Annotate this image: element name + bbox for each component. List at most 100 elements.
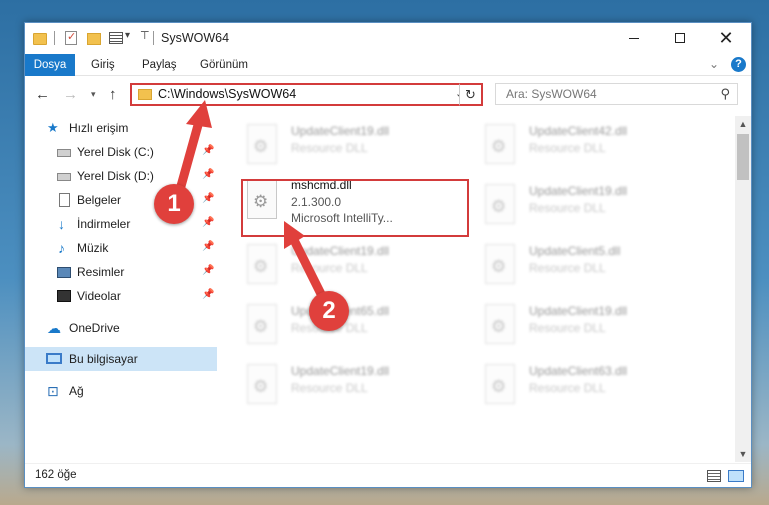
title-separator [54, 31, 55, 45]
dll-file-icon: ⚙ [247, 244, 277, 284]
sidebar-item-videos[interactable]: Videolar 📌 [25, 284, 217, 308]
file-type: Resource DLL [529, 141, 606, 155]
sidebar-item-label: Müzik [77, 241, 109, 255]
close-button[interactable]: ✕ [703, 23, 749, 53]
tab-view[interactable]: Görünüm [190, 54, 258, 76]
search-input[interactable]: Ara: SysWOW64 ⚲ [495, 83, 738, 105]
explorer-window: ▾ ⊤ SysWOW64 ✕ Dosya Giriş Paylaş Görünü… [24, 22, 752, 488]
minimize-icon [629, 37, 639, 39]
file-name: UpdateClient42.dll [529, 124, 628, 138]
pictures-icon [57, 267, 71, 278]
pin-icon[interactable]: 📌 [202, 241, 214, 252]
pin-icon[interactable]: 📌 [202, 193, 214, 204]
recent-locations-icon[interactable]: ▾ [91, 89, 96, 100]
file-item[interactable]: ⚙ UpdateClient19.dll Resource DLL [225, 236, 455, 288]
file-item[interactable]: ⚙ UpdateClient5.dll Resource DLL [463, 236, 693, 288]
navigation-bar: ← → ▾ ↑ C:\Windows\SysWOW64 ⌄ ↻ Ara: Sys… [25, 80, 751, 108]
maximize-button[interactable] [657, 23, 703, 53]
file-type: Resource DLL [529, 381, 606, 395]
pin-icon[interactable]: 📌 [202, 217, 214, 228]
file-type: Resource DLL [529, 261, 606, 275]
file-type: Resource DLL [529, 201, 606, 215]
network-icon: ⊡ [47, 383, 59, 399]
sidebar-item-label: İndirmeler [77, 217, 131, 231]
scroll-up-icon[interactable]: ▲ [735, 116, 751, 132]
sidebar-item-pictures[interactable]: Resimler 📌 [25, 260, 217, 284]
vertical-scrollbar[interactable]: ▲ ▼ [735, 116, 751, 462]
folder-icon[interactable] [33, 33, 47, 45]
file-item[interactable]: ⚙ UpdateClient19.dll Resource DLL [225, 356, 455, 408]
chevron-down-icon[interactable]: ▾ [125, 30, 130, 46]
file-type: Resource DLL [529, 321, 606, 335]
sidebar-item-music[interactable]: ♪ Müzik 📌 [25, 236, 217, 260]
sidebar-item-label: Resimler [77, 265, 125, 279]
up-arrow-icon[interactable]: ↑ [109, 86, 117, 103]
pin-icon[interactable]: 📌 [202, 145, 214, 156]
back-arrow-icon[interactable]: ← [35, 86, 50, 103]
dll-file-icon: ⚙ [485, 184, 515, 224]
search-icon: ⚲ [720, 86, 730, 101]
drive-icon [57, 173, 71, 181]
computer-icon [46, 353, 62, 364]
sidebar-item-onedrive[interactable]: ☁ OneDrive [25, 316, 217, 340]
music-icon: ♪ [58, 240, 65, 256]
forward-arrow-icon[interactable]: → [63, 86, 78, 103]
minimize-button[interactable] [611, 23, 657, 53]
new-folder-icon[interactable] [87, 33, 101, 45]
dll-file-icon: ⚙ [247, 364, 277, 404]
scroll-thumb[interactable] [737, 134, 749, 180]
dll-file-icon: ⚙ [485, 364, 515, 404]
gear-icon: ⚙ [491, 317, 507, 336]
details-view-icon[interactable] [707, 470, 721, 482]
gear-icon: ⚙ [491, 197, 507, 216]
dll-file-icon: ⚙ [247, 124, 277, 164]
address-path[interactable]: C:\Windows\SysWOW64 [158, 87, 296, 101]
sidebar-item-label: Hızlı erişim [69, 121, 129, 135]
maximize-icon [675, 33, 685, 43]
title-bar: ▾ ⊤ SysWOW64 ✕ [25, 23, 751, 54]
tab-share[interactable]: Paylaş [132, 54, 187, 76]
gear-icon: ⚙ [491, 257, 507, 276]
address-bar[interactable]: C:\Windows\SysWOW64 ⌄ [130, 83, 482, 106]
file-item[interactable]: ⚙ UpdateClient19.dll Resource DLL [463, 296, 693, 348]
refresh-button[interactable]: ↻ [459, 83, 483, 106]
gear-icon: ⚙ [253, 137, 269, 156]
pin-icon[interactable]: 📌 [202, 265, 214, 276]
scroll-down-icon[interactable]: ▼ [735, 446, 751, 462]
sidebar-item-local-disk-c[interactable]: Yerel Disk (C:) 📌 [25, 140, 217, 164]
tab-home[interactable]: Giriş [81, 54, 125, 76]
ribbon-tabs: Dosya Giriş Paylaş Görünüm ⌄ ? [25, 54, 751, 76]
file-type: Resource DLL [291, 261, 368, 275]
large-icons-view-icon[interactable] [728, 470, 744, 482]
sidebar-item-network[interactable]: ⊡ Ağ [25, 379, 217, 403]
videos-icon [57, 290, 71, 302]
file-item[interactable]: ⚙ UpdateClient19.dll Resource DLL [225, 116, 455, 168]
highlight-box [241, 179, 469, 237]
sidebar-item-local-disk-d[interactable]: Yerel Disk (D:) 📌 [25, 164, 217, 188]
customize-toolbar-icon[interactable]: ⊤ [140, 29, 150, 45]
sidebar-item-label: Belgeler [77, 193, 122, 207]
file-name: UpdateClient19.dll [529, 304, 628, 318]
sidebar-item-quick-access[interactable]: ★ Hızlı erişim [25, 116, 217, 140]
tab-file[interactable]: Dosya [25, 54, 75, 76]
help-icon[interactable]: ? [731, 57, 746, 72]
sidebar-item-this-pc[interactable]: Bu bilgisayar [25, 347, 217, 371]
search-placeholder: Ara: SysWOW64 [506, 87, 597, 101]
pin-icon[interactable]: 📌 [202, 169, 214, 180]
view-icon[interactable] [109, 32, 123, 44]
sidebar-item-label: Ağ [69, 384, 84, 398]
step-1-badge: 1 [154, 184, 194, 224]
gear-icon: ⚙ [491, 137, 507, 156]
status-bar: 162 öğe [25, 463, 751, 487]
pin-icon[interactable]: 📌 [202, 289, 214, 300]
dll-file-icon: ⚙ [485, 124, 515, 164]
sidebar-item-label: OneDrive [69, 321, 120, 335]
step-2-badge: 2 [309, 291, 349, 331]
file-item[interactable]: ⚙ UpdateClient19.dll Resource DLL [463, 176, 693, 228]
expand-ribbon-icon[interactable]: ⌄ [709, 57, 719, 71]
cloud-icon: ☁ [47, 320, 61, 336]
file-item[interactable]: ⚙ UpdateClient63.dll Resource DLL [463, 356, 693, 408]
properties-icon[interactable] [65, 30, 77, 45]
sidebar-item-label: Yerel Disk (C:) [77, 145, 154, 159]
file-item[interactable]: ⚙ UpdateClient42.dll Resource DLL [463, 116, 693, 168]
